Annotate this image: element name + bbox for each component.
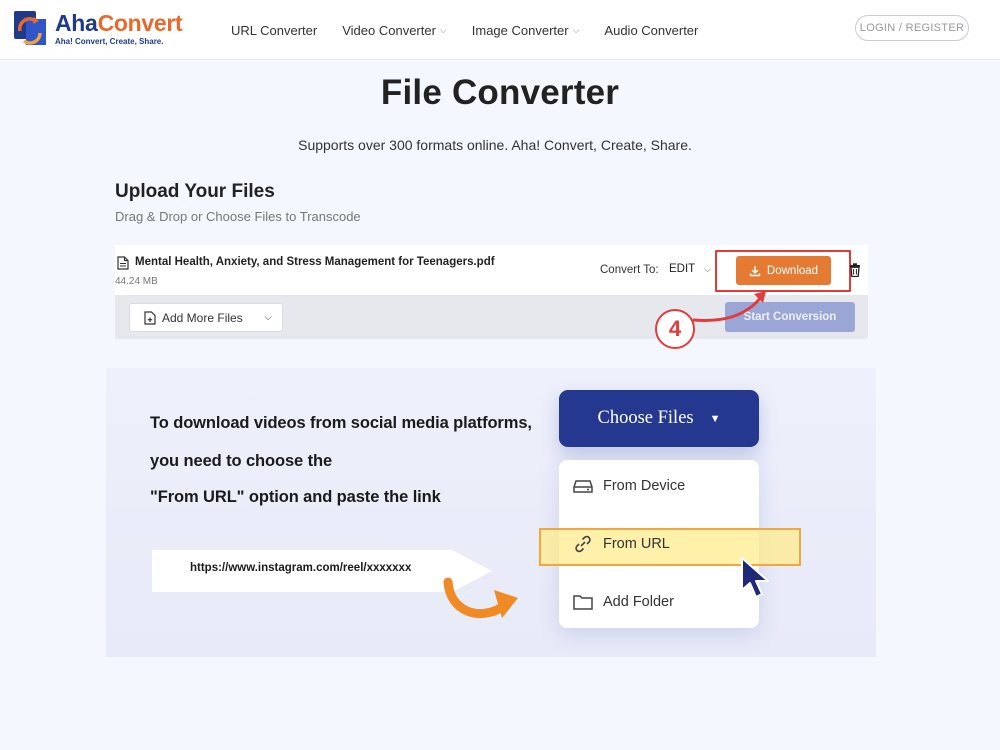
menu-item-add-folder[interactable]: Add Folder bbox=[573, 590, 674, 614]
convert-to-select[interactable]: EDIT ⌵ bbox=[669, 263, 711, 275]
trash-icon[interactable] bbox=[849, 263, 861, 277]
add-more-files-button[interactable]: Add More Files ⌵ bbox=[129, 303, 283, 332]
menu-item-from-url[interactable]: From URL bbox=[573, 532, 670, 556]
nav-video-converter[interactable]: Video Converter ⌵ bbox=[342, 23, 447, 38]
page-title: File Converter bbox=[380, 73, 620, 112]
chevron-down-icon: ⌵ bbox=[704, 263, 712, 274]
hard-drive-icon bbox=[573, 480, 593, 493]
choose-files-label: Choose Files bbox=[597, 408, 694, 428]
choose-files-button[interactable]: Choose Files ▼ bbox=[559, 390, 759, 447]
nav-image-converter[interactable]: Image Converter ⌵ bbox=[472, 23, 580, 38]
convert-to-label: Convert To: bbox=[600, 264, 659, 276]
menu-item-label: Add Folder bbox=[603, 594, 674, 610]
download-button[interactable]: Download bbox=[736, 256, 831, 285]
upload-subtitle: Drag & Drop or Choose Files to Transcode bbox=[115, 209, 361, 224]
caret-down-icon: ▼ bbox=[709, 412, 721, 425]
curved-arrow-icon bbox=[443, 577, 518, 619]
logo-name: AhaConvert bbox=[55, 10, 183, 36]
tip-text-line: To download videos from social media pla… bbox=[150, 414, 532, 432]
convert-to-value: EDIT bbox=[669, 263, 696, 275]
add-file-icon bbox=[144, 310, 156, 325]
page-subtitle: Supports over 300 formats online. Aha! C… bbox=[298, 137, 692, 153]
login-register-button[interactable]: LOGIN / REGISTER bbox=[855, 15, 969, 41]
menu-item-from-device[interactable]: From Device bbox=[573, 474, 685, 498]
download-label: Download bbox=[766, 264, 819, 277]
nav-audio-converter[interactable]: Audio Converter bbox=[604, 23, 698, 38]
main-nav: URL Converter Video Converter ⌵ Image Con… bbox=[231, 0, 723, 60]
nav-url-converter[interactable]: URL Converter bbox=[231, 23, 317, 38]
add-more-files-label: Add More Files bbox=[162, 310, 243, 325]
logo[interactable]: AhaConvert Aha! Convert, Create, Share. bbox=[12, 9, 187, 51]
tip-text-line: "From URL" option and paste the link bbox=[150, 488, 441, 506]
menu-item-label: From Device bbox=[603, 478, 686, 494]
file-size: 44.24 MB bbox=[115, 276, 158, 287]
download-icon bbox=[749, 265, 761, 276]
upload-title: Upload Your Files bbox=[115, 181, 275, 202]
chevron-down-icon: ⌵ bbox=[264, 312, 272, 323]
folder-icon bbox=[573, 595, 593, 610]
link-icon bbox=[575, 535, 591, 553]
chevron-down-icon: ⌵ bbox=[572, 24, 580, 35]
logo-tagline: Aha! Convert, Create, Share. bbox=[55, 37, 164, 46]
step-number-badge: 4 bbox=[655, 309, 695, 349]
logo-mark-icon bbox=[14, 11, 46, 45]
tip-text-line: you need to choose the bbox=[150, 452, 333, 470]
chevron-down-icon: ⌵ bbox=[439, 24, 447, 35]
menu-item-label: From URL bbox=[603, 536, 670, 552]
file-name: Mental Health, Anxiety, and Stress Manag… bbox=[135, 256, 495, 268]
file-icon bbox=[117, 256, 129, 270]
tip-banner: To download videos from social media pla… bbox=[106, 368, 876, 657]
mouse-pointer-icon bbox=[741, 557, 769, 598]
example-url: https://www.instagram.com/reel/xxxxxxx bbox=[190, 562, 412, 574]
step-arrow-icon bbox=[692, 291, 766, 322]
site-header: AhaConvert Aha! Convert, Create, Share. … bbox=[0, 0, 1000, 60]
